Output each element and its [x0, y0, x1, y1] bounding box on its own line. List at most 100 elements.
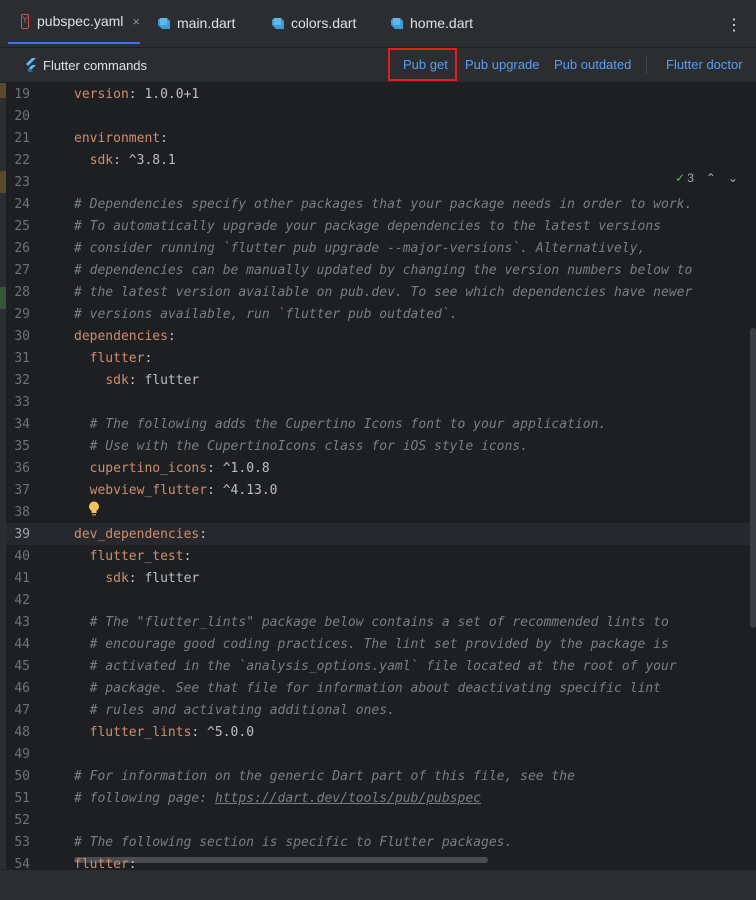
code-line[interactable]: dependencies: [74, 329, 176, 344]
code-comment: # encourage good coding practices. The l… [89, 637, 669, 652]
more-options-icon[interactable]: ⋮ [726, 15, 742, 35]
code-comment[interactable]: https://dart.dev/tools/pub/pubspec [215, 791, 481, 806]
code-line[interactable]: # Use with the CupertinoIcons class for … [74, 439, 528, 454]
code-text: : [167, 329, 176, 344]
code-comment: # the latest version available on pub.de… [74, 285, 693, 300]
yaml-key: flutter [89, 351, 145, 366]
yaml-key: version [74, 87, 129, 102]
tab-main-dart[interactable]: main.dart [158, 0, 235, 46]
line-number: 39 [14, 527, 30, 542]
code-line[interactable]: cupertino_icons: ^1.0.8 [74, 461, 270, 476]
code-line[interactable]: environment: [74, 131, 168, 146]
pub-upgrade-button[interactable]: Pub upgrade [465, 48, 539, 82]
code-line[interactable]: sdk: flutter [74, 373, 199, 388]
code-line[interactable]: # the latest version available on pub.de… [74, 285, 692, 300]
line-number: 44 [14, 637, 30, 652]
code-line[interactable]: # The "flutter_lints" package below cont… [74, 615, 669, 630]
code-line[interactable]: # following page: https://dart.dev/tools… [74, 791, 481, 806]
close-tab-icon[interactable]: × [132, 14, 140, 29]
flutter-commands-bar: Flutter commands Pub get Pub upgrade Pub… [0, 48, 756, 83]
code-line[interactable]: webview_flutter: ^4.13.0 [74, 483, 278, 498]
code-text: : ^4.13.0 [207, 483, 278, 498]
code-text: : [144, 351, 153, 366]
code-line[interactable]: # consider running `flutter pub upgrade … [74, 241, 645, 256]
tab-home-dart[interactable]: home.dart [391, 0, 473, 46]
code-text: : flutter [128, 373, 200, 388]
line-number: 36 [14, 461, 30, 476]
lightbulb-icon[interactable] [88, 501, 100, 516]
yaml-key: flutter_test [89, 549, 184, 564]
code-line[interactable]: # activated in the `analysis_options.yam… [74, 659, 677, 674]
code-line[interactable]: sdk: ^3.8.1 [74, 153, 176, 168]
tab-colors-dart[interactable]: colors.dart [272, 0, 356, 46]
line-number: 25 [14, 219, 30, 234]
tab-pubspec-yaml[interactable]: Y pubspec.yaml × [8, 0, 140, 44]
pub-outdated-button[interactable]: Pub outdated [554, 48, 631, 82]
code-text: : [128, 857, 137, 869]
yaml-key: webview_flutter [89, 483, 208, 498]
code-line[interactable]: # encourage good coding practices. The l… [74, 637, 669, 652]
yaml-key: dev_dependencies [74, 527, 200, 542]
previous-highlight-icon[interactable]: ⌃ [706, 171, 716, 185]
yaml-key: dependencies [74, 329, 168, 344]
code-line[interactable]: # To automatically upgrade your package … [74, 219, 661, 234]
tab-label: pubspec.yaml [37, 13, 124, 29]
code-line[interactable]: # rules and activating additional ones. [74, 703, 395, 718]
inspection-widget[interactable]: ✓ 3 ⌃ ⌄ [669, 171, 744, 185]
line-number: 45 [14, 659, 30, 674]
code-comment: # dependencies can be manually updated b… [74, 263, 693, 278]
line-number: 37 [14, 483, 30, 498]
line-number: 35 [14, 439, 30, 454]
vertical-scrollbar[interactable] [750, 328, 756, 628]
code-line[interactable]: # For information on the generic Dart pa… [74, 769, 575, 784]
code-comment: # The "flutter_lints" package below cont… [89, 615, 669, 630]
code-line[interactable]: flutter: [74, 857, 137, 869]
code-line[interactable]: # The following adds the Cupertino Icons… [74, 417, 607, 432]
code-line[interactable]: # dependencies can be manually updated b… [74, 263, 692, 278]
code-line[interactable]: # Dependencies specify other packages th… [74, 197, 692, 212]
line-number: 23 [14, 175, 30, 190]
code-text: : [183, 549, 192, 564]
code-line[interactable]: sdk: flutter [74, 571, 199, 586]
toolbar-divider [646, 56, 647, 74]
code-text: : 1.0.0+1 [128, 87, 200, 102]
code-line[interactable]: # The following section is specific to F… [74, 835, 512, 850]
code-line[interactable]: # package. See that file for information… [74, 681, 661, 696]
code-text: : ^3.8.1 [113, 153, 176, 168]
code-line[interactable]: flutter: [74, 351, 153, 366]
yaml-key: flutter_lints [89, 725, 192, 740]
flutter-doctor-button[interactable]: Flutter doctor [666, 48, 743, 82]
tab-label: colors.dart [291, 15, 357, 31]
code-comment: # following page: [74, 791, 215, 806]
code-comment: # package. See that file for information… [89, 681, 662, 696]
yaml-key: flutter [74, 857, 129, 869]
code-line[interactable]: version: 1.0.0+1 [74, 87, 199, 102]
line-number: 50 [14, 769, 30, 784]
status-area [0, 869, 756, 900]
next-highlight-icon[interactable]: ⌄ [728, 171, 738, 185]
code-line[interactable]: # versions available, run `flutter pub o… [74, 307, 458, 322]
code-text: : [199, 527, 208, 542]
line-number: 49 [14, 747, 30, 762]
code-line[interactable]: flutter_test: [74, 549, 192, 564]
check-icon: ✓ [675, 171, 686, 185]
code-comment: # Use with the CupertinoIcons class for … [89, 439, 528, 454]
line-number: 24 [14, 197, 30, 212]
code-editor[interactable]: ✓ 3 ⌃ ⌄ 19 version: 1.0.0+1 20 21 environmen… [6, 83, 756, 869]
code-line[interactable]: flutter_lints: ^5.0.0 [74, 725, 254, 740]
line-number: 52 [14, 813, 30, 828]
code-line[interactable]: dev_dependencies: [74, 527, 207, 542]
code-comment: # versions available, run `flutter pub o… [74, 307, 458, 322]
code-text: : ^5.0.0 [191, 725, 255, 740]
line-number: 47 [14, 703, 30, 718]
line-number: 51 [14, 791, 30, 806]
